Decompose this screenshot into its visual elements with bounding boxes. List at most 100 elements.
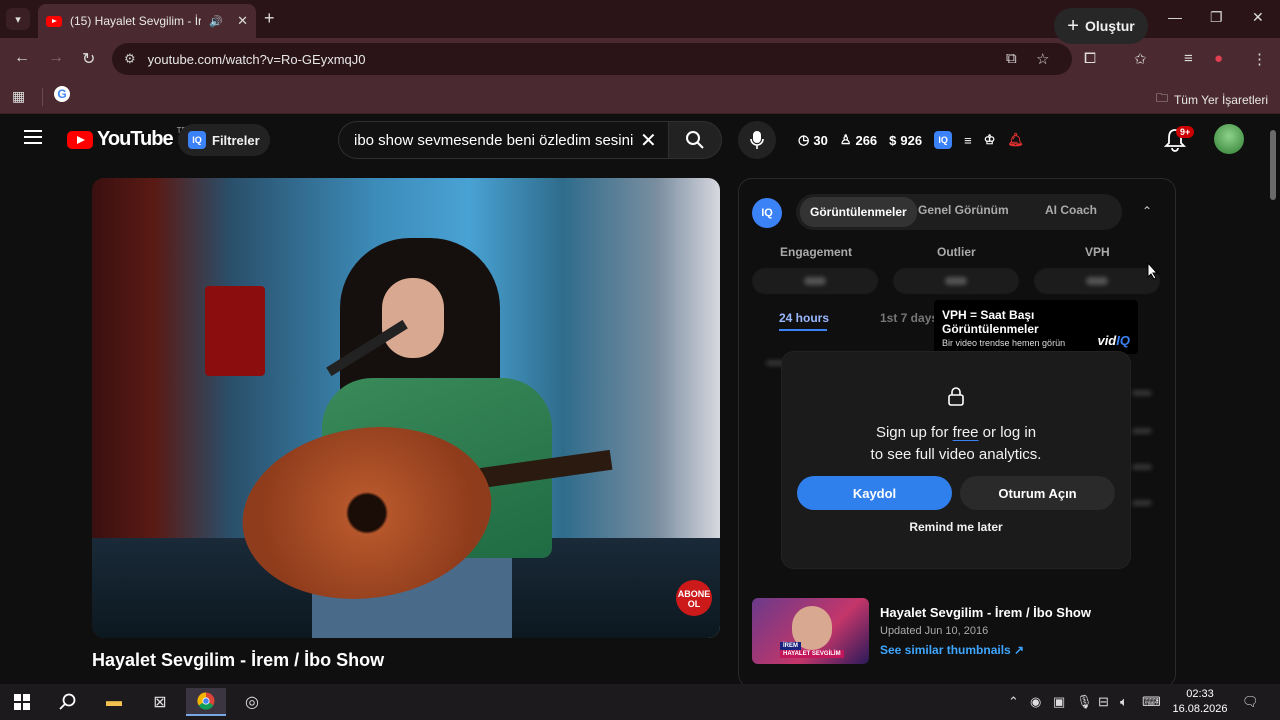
period-7d[interactable]: 1st 7 days xyxy=(880,311,938,325)
period-24h[interactable]: 24 hours xyxy=(779,311,829,325)
reload-button[interactable]: ↻ xyxy=(82,49,95,69)
blurred-row xyxy=(1132,428,1152,434)
lock-icon xyxy=(948,387,964,406)
similar-thumbnail[interactable]: HAYALET SEVGİLİM İREM xyxy=(752,598,869,664)
url-text: youtube.com/watch?v=Ro-GEyxmqJ0 xyxy=(147,51,366,67)
file-explorer-icon[interactable]: ▬ xyxy=(94,688,134,716)
brand-vid: vid xyxy=(1097,333,1117,348)
tray-record-icon[interactable]: ◉ xyxy=(1030,694,1041,710)
metric-outlier-label: Outlier xyxy=(937,245,976,259)
notification-center-icon[interactable]: 🗨︎ xyxy=(1242,694,1259,710)
scrollbar-thumb[interactable] xyxy=(1270,130,1276,200)
tab-close-icon[interactable]: ✕ xyxy=(237,13,248,29)
subscribe-overlay-badge[interactable]: ABONE OL xyxy=(676,580,712,616)
taskbar-search-icon xyxy=(59,693,76,710)
tray-volume-icon[interactable]: 🔈︎ xyxy=(1120,694,1128,710)
restore-button[interactable]: ❐ xyxy=(1210,9,1223,26)
close-window-button[interactable]: ✕ xyxy=(1252,9,1264,26)
stat-coin-value: 926 xyxy=(900,132,923,148)
remind-later-link[interactable]: Remind me later xyxy=(782,520,1130,534)
tab-views[interactable]: Görüntülenmeler xyxy=(800,197,917,227)
vidiq-button-icon[interactable]: IQ xyxy=(934,131,953,149)
tray-network-icon[interactable]: ⊟ xyxy=(1098,694,1109,710)
tray-keyboard-icon[interactable]: ⌨ xyxy=(1142,694,1161,710)
list-icon[interactable]: ≡ xyxy=(964,133,972,148)
bookmarks-divider xyxy=(42,88,43,106)
see-similar-thumbnails-link[interactable]: See similar thumbnails ↗ xyxy=(880,643,1024,657)
windows-taskbar: ▬ ⊠ ◎ ⌃ ◉ ▣ 🎙︎ ⊟ 🔈︎ ⌨ 02:33 16.08.2026 🗨… xyxy=(0,684,1280,720)
blurred-row xyxy=(1132,500,1152,506)
search-input[interactable]: ibo show sevmesende beni özledim sesini xyxy=(338,121,668,159)
menu-dots-icon[interactable]: ⋮ xyxy=(1252,50,1267,68)
browser-tab[interactable]: (15) Hayalet Sevgilim - İrem 🔊 ✕ xyxy=(38,4,256,38)
search-taskbar-button[interactable] xyxy=(48,688,88,716)
tray-camera-icon[interactable]: ▣ xyxy=(1053,694,1065,710)
signup-button[interactable]: Kaydol xyxy=(797,476,952,510)
new-tab-button[interactable]: + xyxy=(264,8,275,29)
account-avatar[interactable] xyxy=(1214,124,1244,154)
tab-overview[interactable]: Genel Görünüm xyxy=(918,203,1009,217)
filters-label: Filtreler xyxy=(212,132,260,148)
extensions-icon[interactable]: ⧠ xyxy=(1084,50,1096,67)
create-button[interactable]: + Oluştur xyxy=(1054,8,1148,44)
tooltip-title: VPH = Saat Başı Görüntülenmeler xyxy=(942,308,1039,336)
blurred-row xyxy=(1132,464,1152,470)
video-face xyxy=(382,278,444,358)
clear-search-icon[interactable]: ✕ xyxy=(640,128,657,153)
site-info-icon[interactable]: ⚙ xyxy=(124,51,136,67)
search-button[interactable] xyxy=(668,121,722,159)
brand-iq: IQ xyxy=(1116,333,1130,348)
tab-ai-coach[interactable]: AI Coach xyxy=(1045,203,1097,217)
search-icon xyxy=(686,131,704,149)
thumbnail-caption: HAYALET SEVGİLİM xyxy=(780,650,844,658)
voice-search-button[interactable] xyxy=(738,121,776,159)
bookmarks-bar: ▦ G 🗀 Tüm Yer İşaretleri xyxy=(0,80,1280,114)
tray-chevron-up-icon[interactable]: ⌃ xyxy=(1008,694,1019,710)
filters-button[interactable]: IQ Filtreler xyxy=(178,124,270,156)
profile-icon[interactable]: ● xyxy=(1214,50,1223,67)
favorites-icon[interactable]: ✩ xyxy=(1134,50,1147,68)
video-player[interactable]: ABONE OL xyxy=(92,178,720,638)
stat-clock-value: 30 xyxy=(813,132,828,148)
address-bar[interactable]: ⚙ youtube.com/watch?v=Ro-GEyxmqJ0 xyxy=(112,43,1072,75)
clock-icon: ◷ xyxy=(798,132,810,147)
chrome-taskbar-icon[interactable] xyxy=(186,688,226,716)
install-app-icon[interactable]: ⧉ xyxy=(1006,50,1017,67)
all-bookmarks-label: Tüm Yer İşaretleri xyxy=(1173,92,1268,107)
all-bookmarks-button[interactable]: 🗀 Tüm Yer İşaretleri xyxy=(1156,89,1268,110)
app-icon[interactable]: ⊠ xyxy=(140,688,180,716)
forward-button[interactable]: → xyxy=(48,49,64,67)
coin-icon: $ xyxy=(889,132,897,148)
system-clock[interactable]: 02:33 16.08.2026 xyxy=(1170,687,1230,717)
start-button[interactable] xyxy=(2,688,42,716)
media-queue-icon[interactable]: ≡ xyxy=(1184,50,1193,67)
thumbnail-name: İREM xyxy=(780,642,801,650)
minimize-button[interactable]: — xyxy=(1168,9,1182,25)
back-button[interactable]: ← xyxy=(14,49,30,67)
alert-bell-icon[interactable]: 🔔︎ xyxy=(1007,132,1024,148)
tray-mic-icon[interactable]: 🎙︎ xyxy=(1076,694,1093,710)
speaker-icon[interactable]: 🔊 xyxy=(209,15,223,28)
metric-outlier-value xyxy=(893,268,1019,294)
gate-message: Sign up for free or log in to see full v… xyxy=(782,422,1130,466)
tab-search-button[interactable]: ▾ xyxy=(6,8,30,30)
vidiq-stats: ◷ 30 ♙ 266 $926 IQ ≡ ♔ 🔔︎ xyxy=(798,131,1024,149)
stat-clock[interactable]: ◷ 30 xyxy=(798,132,828,148)
vph-tooltip: VPH = Saat Başı Görüntülenmeler Bir vide… xyxy=(934,300,1138,354)
apps-grid-icon[interactable]: ▦ xyxy=(12,88,25,105)
bookmark-star-icon[interactable]: ☆ xyxy=(1036,50,1049,68)
login-button[interactable]: Oturum Açın xyxy=(960,476,1115,510)
google-bookmark-icon[interactable]: G xyxy=(54,86,70,102)
hamburger-menu-icon[interactable] xyxy=(24,130,42,144)
gate-text-a: Sign up for xyxy=(875,424,953,441)
collapse-chevron-up-icon[interactable]: ⌃ xyxy=(1142,204,1152,218)
stat-user[interactable]: ♙ 266 xyxy=(840,132,877,148)
youtube-logo[interactable]: YouTube TR xyxy=(67,126,187,151)
stat-coin[interactable]: $926 xyxy=(889,133,922,148)
obs-icon[interactable]: ◎ xyxy=(232,688,272,716)
gate-line-1: Sign up for free or log in xyxy=(782,422,1130,444)
trophy-icon[interactable]: ♔ xyxy=(984,132,996,148)
similar-video-title: Hayalet Sevgilim - İrem / İbo Show xyxy=(880,605,1091,620)
tab-title: (15) Hayalet Sevgilim - İrem xyxy=(70,14,202,28)
vidiq-logo-icon: IQ xyxy=(752,198,782,228)
